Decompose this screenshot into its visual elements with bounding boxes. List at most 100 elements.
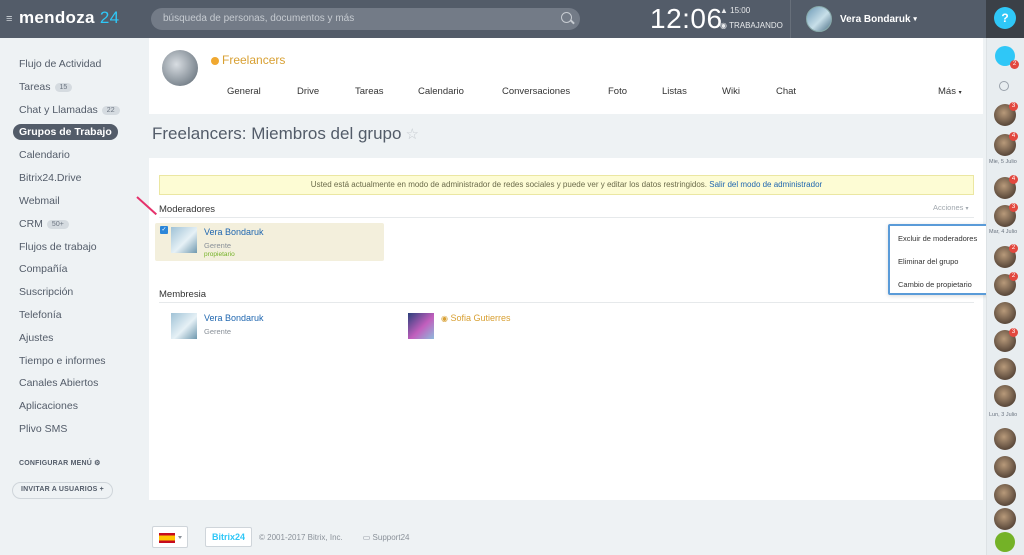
support-text: Support24: [372, 532, 410, 542]
sidebar-item-plivo[interactable]: Plivo SMS: [19, 423, 67, 435]
tab-listas[interactable]: Listas: [662, 86, 722, 97]
configure-menu-button[interactable]: CONFIGURAR MENÚ ⚙: [19, 459, 101, 467]
tab-conversaciones[interactable]: Conversaciones: [502, 86, 608, 97]
tab-foto[interactable]: Foto: [608, 86, 662, 97]
tab-wiki[interactable]: Wiki: [722, 86, 776, 97]
group-name[interactable]: Freelancers: [211, 53, 285, 67]
sidebar-item-grupos[interactable]: Grupos de Trabajo: [13, 124, 118, 140]
owner-label: propietario: [204, 251, 235, 258]
divider: [790, 0, 791, 38]
unread-count: 4: [1009, 132, 1018, 141]
plus-icon: +: [99, 486, 104, 493]
menu-item-exclude-moderator[interactable]: Excluir de moderadores: [898, 234, 977, 243]
sidebar-item-label: Bitrix24.Drive: [19, 172, 82, 184]
language-selector[interactable]: [152, 526, 188, 548]
checkbox[interactable]: ✓: [160, 226, 168, 234]
member-role: Gerente: [204, 241, 232, 250]
help-area: ?: [986, 0, 1024, 38]
unread-count: 3: [1009, 203, 1018, 212]
group-name-text: Freelancers: [222, 53, 286, 67]
work-status[interactable]: ◉ TRABAJANDO: [720, 21, 783, 30]
actions-label: Acciones: [933, 203, 964, 212]
sidebar-item-compania[interactable]: Compañía: [19, 263, 67, 275]
star-icon[interactable]: ☆: [405, 126, 418, 143]
count-badge: 22: [101, 105, 120, 115]
tab-mas-label: Más: [938, 86, 956, 97]
exit-admin-link[interactable]: Salir del modo de administrador: [709, 180, 822, 189]
avatar[interactable]: [408, 313, 434, 339]
chat-avatar[interactable]: [994, 484, 1016, 506]
avatar[interactable]: [171, 227, 197, 253]
sidebar-item-webmail[interactable]: Webmail: [19, 195, 60, 207]
spain-flag-icon: [159, 533, 175, 543]
invite-users-button[interactable]: INVITAR A USUARIOS +: [12, 482, 113, 499]
brand-text: Bitrix24: [212, 532, 246, 542]
members-card: Usted está actualmente en modo de admini…: [149, 158, 983, 500]
chevron-down-icon: ▾: [965, 206, 969, 212]
sidebar-item-flujos[interactable]: Flujos de trabajo: [19, 241, 97, 253]
brand-logo[interactable]: Bitrix24: [205, 527, 253, 547]
footer: Bitrix24 © 2001-2017 Bitrix, Inc. ▭ Supp…: [152, 526, 409, 548]
sidebar-item-label: Grupos de Trabajo: [19, 126, 112, 138]
sidebar-item-drive[interactable]: Bitrix24.Drive: [19, 172, 81, 184]
tab-calendario[interactable]: Calendario: [418, 86, 502, 97]
actions-dropdown: Excluir de moderadores Eliminar del grup…: [888, 224, 990, 295]
member-name[interactable]: Vera Bondaruk: [204, 313, 264, 323]
sidebar-item-telefonia[interactable]: Telefonía: [19, 309, 62, 321]
tab-general[interactable]: General: [227, 86, 297, 97]
chat-avatar[interactable]: [994, 385, 1016, 407]
menu-item-remove-from-group[interactable]: Eliminar del grupo: [898, 257, 958, 266]
sidebar-item-crm[interactable]: CRM 50+: [19, 218, 69, 230]
chat-avatar[interactable]: [994, 508, 1016, 530]
search-input[interactable]: búsqueda de personas, documentos y más: [151, 8, 580, 30]
work-status-label: TRABAJANDO: [729, 21, 783, 30]
help-button[interactable]: ?: [994, 7, 1016, 29]
sidebar-item-label: Ajustes: [19, 332, 54, 344]
member-name[interactable]: ◉ Sofia Gutierres: [441, 313, 511, 323]
search-icon[interactable]: [999, 81, 1009, 91]
hamburger-icon[interactable]: ≡: [6, 13, 15, 25]
sidebar-item-label: Chat y Llamadas: [19, 104, 98, 116]
actions-menu[interactable]: Acciones ▾: [933, 203, 969, 212]
sidebar-item-label: Canales Abiertos: [19, 377, 99, 389]
chat-avatar[interactable]: [994, 428, 1016, 450]
sidebar-item-label: Aplicaciones: [19, 400, 78, 412]
sidebar-item-label: Webmail: [19, 195, 60, 207]
sidebar-item-calendario[interactable]: Calendario: [19, 149, 70, 161]
alarm-time-value: 15:00: [730, 6, 751, 15]
chat-avatar[interactable]: [994, 456, 1016, 478]
tab-drive[interactable]: Drive: [297, 86, 355, 97]
chat-icon: ▭: [362, 532, 371, 542]
avatar: [806, 6, 832, 32]
sidebar-item-ajustes[interactable]: Ajustes: [19, 332, 53, 344]
support-link[interactable]: ▭ Support24: [363, 533, 410, 542]
tab-mas[interactable]: Más ▾: [938, 86, 962, 97]
date-separator: Mar, 4 Julio: [989, 229, 1018, 235]
copyright: © 2001-2017 Bitrix, Inc.: [259, 532, 343, 542]
group-avatar[interactable]: [162, 50, 198, 86]
sidebar-item-chat[interactable]: Chat y Llamadas 22: [19, 104, 120, 116]
tab-tareas[interactable]: Tareas: [355, 86, 418, 97]
logo[interactable]: ≡ mendoza 24: [6, 8, 119, 28]
user-menu[interactable]: Vera Bondaruk ▾: [806, 6, 917, 32]
clock[interactable]: 12:06: [650, 3, 723, 35]
chat-avatar[interactable]: [994, 358, 1016, 380]
sidebar-item-tareas[interactable]: Tareas 15: [19, 81, 73, 93]
date-separator: Mie, 5 Julio: [989, 159, 1017, 165]
sidebar-item-suscripcion[interactable]: Suscripción: [19, 286, 73, 298]
sidebar-item-aplicaciones[interactable]: Aplicaciones: [19, 400, 78, 412]
sidebar-item-flujo[interactable]: Flujo de Actividad: [19, 58, 101, 70]
member-name[interactable]: Vera Bondaruk: [204, 227, 264, 237]
alarm-time: ▲ 15:00: [720, 6, 751, 15]
sidebar-item-label: Plivo SMS: [19, 423, 68, 435]
tab-chat[interactable]: Chat: [776, 86, 938, 97]
avatar[interactable]: [171, 313, 197, 339]
search-icon[interactable]: [561, 12, 572, 23]
phone-icon[interactable]: [995, 532, 1015, 552]
chat-avatar[interactable]: [994, 302, 1016, 324]
sidebar-item-canales[interactable]: Canales Abiertos: [19, 377, 98, 389]
sidebar-item-tiempo[interactable]: Tiempo e informes: [19, 355, 106, 367]
menu-item-change-owner[interactable]: Cambio de propietario: [898, 280, 972, 289]
unread-count: 3: [1009, 102, 1018, 111]
moderator-row[interactable]: ✓ Vera Bondaruk Gerente propietario: [155, 223, 384, 261]
